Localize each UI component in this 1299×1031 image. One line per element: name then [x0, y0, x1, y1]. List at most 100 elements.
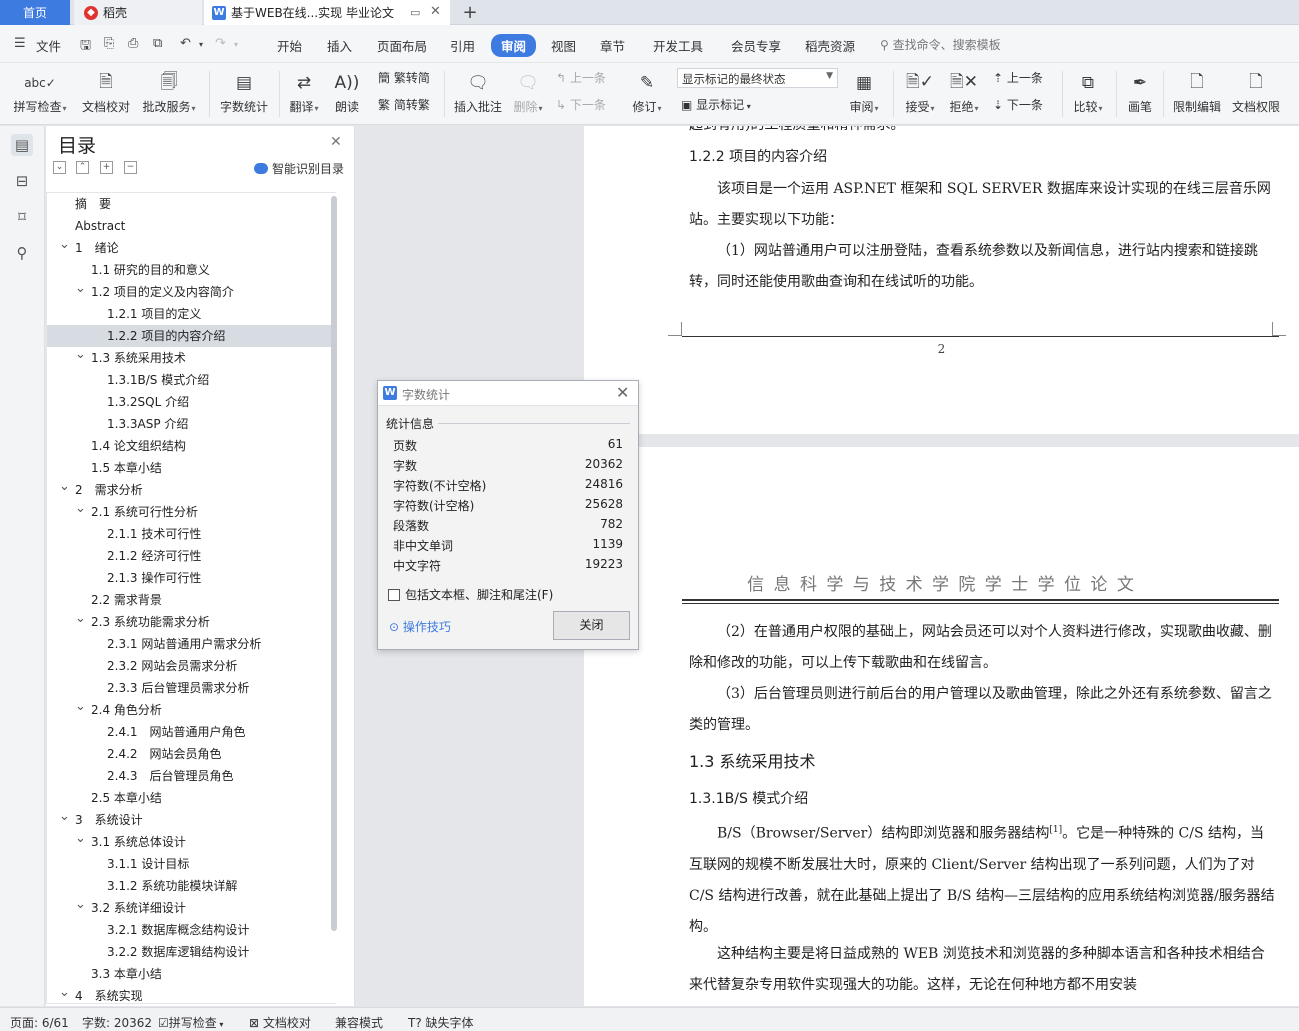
toc-item[interactable]: 2.4.2 网站会员角色: [47, 743, 336, 765]
toc-item[interactable]: 2.3.1 网站普通用户需求分析: [47, 633, 336, 655]
window-mode-icon[interactable]: ▭: [410, 6, 420, 19]
tab-references[interactable]: 引用: [450, 36, 475, 55]
tab-home[interactable]: 首页: [0, 0, 70, 25]
export-pdf-icon[interactable]: ⎘: [104, 36, 114, 51]
tab-review[interactable]: 审阅: [491, 34, 537, 57]
toc-item[interactable]: 2.5 本章小结: [47, 787, 336, 809]
tips-link[interactable]: ⊙ 操作技巧: [389, 618, 451, 635]
toc-item[interactable]: 2.4.3 后台管理员角色: [47, 765, 336, 787]
read-aloud-button[interactable]: A)) 朗读: [330, 67, 364, 115]
toc-scrollbar[interactable]: [331, 196, 337, 931]
chevron-down-icon[interactable]: ⌄: [75, 828, 86, 850]
tab-insert[interactable]: 插入: [327, 36, 352, 55]
revise-button[interactable]: ✎ 修订▾: [629, 67, 665, 117]
word-count-indicator[interactable]: 字数: 20362: [82, 1014, 152, 1031]
add-heading-icon[interactable]: +: [100, 161, 113, 174]
missing-font-status[interactable]: T? 缺失字体: [408, 1014, 474, 1031]
save-icon[interactable]: 🖫: [80, 36, 91, 58]
insert-comment-button[interactable]: 🗨 插入批注: [452, 67, 504, 115]
expand-up-icon[interactable]: ⌃: [76, 161, 89, 174]
chevron-down-icon[interactable]: ⌄: [75, 696, 86, 718]
review-pane-button[interactable]: ▦ 审阅▾: [846, 67, 882, 117]
toc-item[interactable]: 1.1 研究的目的和意义: [47, 259, 336, 281]
tab-daoke-resources[interactable]: 稻壳资源: [805, 36, 855, 55]
toc-item[interactable]: 2.1.2 经济可行性: [47, 545, 336, 567]
collapse-all-icon[interactable]: ⌄: [53, 161, 66, 174]
translate-button[interactable]: ⇄ 翻译▾: [286, 67, 322, 117]
trad-to-simp-button[interactable]: 簡 繁转简: [378, 69, 430, 86]
annotate-service-button[interactable]: 🗐 批改服务▾: [140, 67, 198, 117]
word-count-button[interactable]: ▤ 字数统计: [218, 67, 270, 115]
toc-item[interactable]: ⌄ 2.4 角色分析: [47, 699, 336, 721]
toc-item[interactable]: ⌄ 2.1 系统可行性分析: [47, 501, 336, 523]
undo-icon[interactable]: ↶: [180, 36, 191, 51]
toc-item[interactable]: 3.1.1 设计目标: [47, 853, 336, 875]
toc-item[interactable]: 1.4 论文组织结构: [47, 435, 336, 457]
toc-item[interactable]: ⌄ 3.2 系统详细设计: [47, 897, 336, 919]
toc-item[interactable]: 1.5 本章小结: [47, 457, 336, 479]
close-icon[interactable]: ✕: [330, 134, 342, 150]
tab-page-layout[interactable]: 页面布局: [377, 36, 427, 55]
search-icon[interactable]: ⚲: [11, 242, 33, 264]
include-textbox-checkbox[interactable]: 包括文本框、脚注和尾注(F): [388, 586, 553, 603]
new-tab-icon[interactable]: +: [458, 0, 482, 25]
toc-item[interactable]: 3.3 本章小结: [47, 963, 336, 985]
close-tab-icon[interactable]: ✕: [430, 4, 441, 19]
chevron-down-icon[interactable]: ⌄: [59, 982, 70, 1003]
redo-icon[interactable]: ↷: [215, 36, 226, 51]
toc-item[interactable]: 1.3.3ASP 介绍: [47, 413, 336, 435]
toc-item[interactable]: 1.3.1B/S 模式介绍: [47, 369, 336, 391]
tab-file[interactable]: 文件: [36, 36, 61, 55]
toc-item[interactable]: 1.2.2 项目的内容介绍: [47, 325, 336, 347]
chevron-down-icon[interactable]: ⌄: [75, 894, 86, 916]
bookmark-icon[interactable]: ⌑: [11, 206, 33, 228]
toc-icon[interactable]: ▤: [11, 134, 33, 156]
reject-button[interactable]: 🗎✕ 拒绝▾: [946, 67, 982, 117]
toc-item[interactable]: 2.1.3 操作可行性: [47, 567, 336, 589]
show-markup-button[interactable]: ▣ 显示标记 ▾: [681, 96, 751, 113]
toc-item[interactable]: ⌄ 1 绪论: [47, 237, 336, 259]
toc-item[interactable]: 2.1.1 技术可行性: [47, 523, 336, 545]
accept-button[interactable]: 🗎✓ 接受▾: [902, 67, 938, 117]
search-commands[interactable]: ⚲ 查找命令、搜索模板: [880, 36, 1001, 53]
toc-item[interactable]: 2.4.1 网站普通用户角色: [47, 721, 336, 743]
spellcheck-button[interactable]: abc✓ 拼写检查▾: [10, 67, 70, 117]
menu-icon[interactable]: ☰: [14, 36, 26, 51]
prev-comment-button[interactable]: ↰ 上一条: [556, 69, 606, 86]
toc-item[interactable]: 3.2.1 数据库概念结构设计: [47, 919, 336, 941]
remove-heading-icon[interactable]: −: [124, 161, 137, 174]
toc-item[interactable]: ⌄ 1.2 项目的定义及内容简介: [47, 281, 336, 303]
chevron-down-icon[interactable]: ⌄: [59, 476, 70, 498]
toc-item[interactable]: 1.3.2SQL 介绍: [47, 391, 336, 413]
spellcheck-status[interactable]: ☑拼写检查 ▾: [158, 1014, 223, 1031]
prev-change-button[interactable]: ⇡ 上一条: [993, 69, 1043, 86]
chevron-down-icon[interactable]: ⌄: [75, 608, 86, 630]
restrict-edit-button[interactable]: 🗋 限制编辑: [1170, 67, 1224, 115]
tab-member[interactable]: 会员专享: [731, 36, 781, 55]
close-button[interactable]: 关闭: [553, 611, 630, 640]
doc-check-button[interactable]: 🗎 文档校对: [80, 67, 132, 115]
chevron-down-icon[interactable]: ⌄: [59, 806, 70, 828]
toc-item[interactable]: ⌄ 3 系统设计: [47, 809, 336, 831]
tab-view[interactable]: 视图: [551, 36, 576, 55]
page-indicator[interactable]: 页面: 6/61: [10, 1014, 69, 1031]
dialog-titlebar[interactable]: W 字数统计 ✕: [378, 381, 638, 406]
tab-document[interactable]: W 基于WEB在线...实现 毕业论文 ▭ ✕: [204, 0, 450, 25]
doc-check-status[interactable]: ⊠ 文档校对: [249, 1014, 311, 1031]
close-icon[interactable]: ✕: [616, 383, 629, 402]
toc-item[interactable]: Abstract: [47, 215, 336, 237]
chevron-down-icon[interactable]: ⌄: [75, 344, 86, 366]
citation-ref[interactable]: [1]: [1049, 825, 1062, 835]
print-icon[interactable]: ⎙: [128, 36, 138, 51]
simp-to-trad-button[interactable]: 繁 简转繁: [378, 96, 430, 113]
tab-daoke[interactable]: ◆ 稻壳: [74, 0, 202, 25]
redo-dropdown-icon[interactable]: ▾: [234, 40, 238, 49]
ink-button[interactable]: ✒ 画笔: [1124, 67, 1156, 115]
toc-item[interactable]: ⌄ 1.3 系统采用技术: [47, 347, 336, 369]
tab-home-ribbon[interactable]: 开始: [277, 36, 302, 55]
tab-chapter[interactable]: 章节: [600, 36, 625, 55]
toc-item[interactable]: 摘 要: [47, 193, 336, 215]
delete-comment-button[interactable]: 🗨 删除▾: [510, 67, 546, 117]
toc-item[interactable]: ⌄ 2.3 系统功能需求分析: [47, 611, 336, 633]
compare-button[interactable]: ⧉ 比较▾: [1070, 67, 1106, 117]
